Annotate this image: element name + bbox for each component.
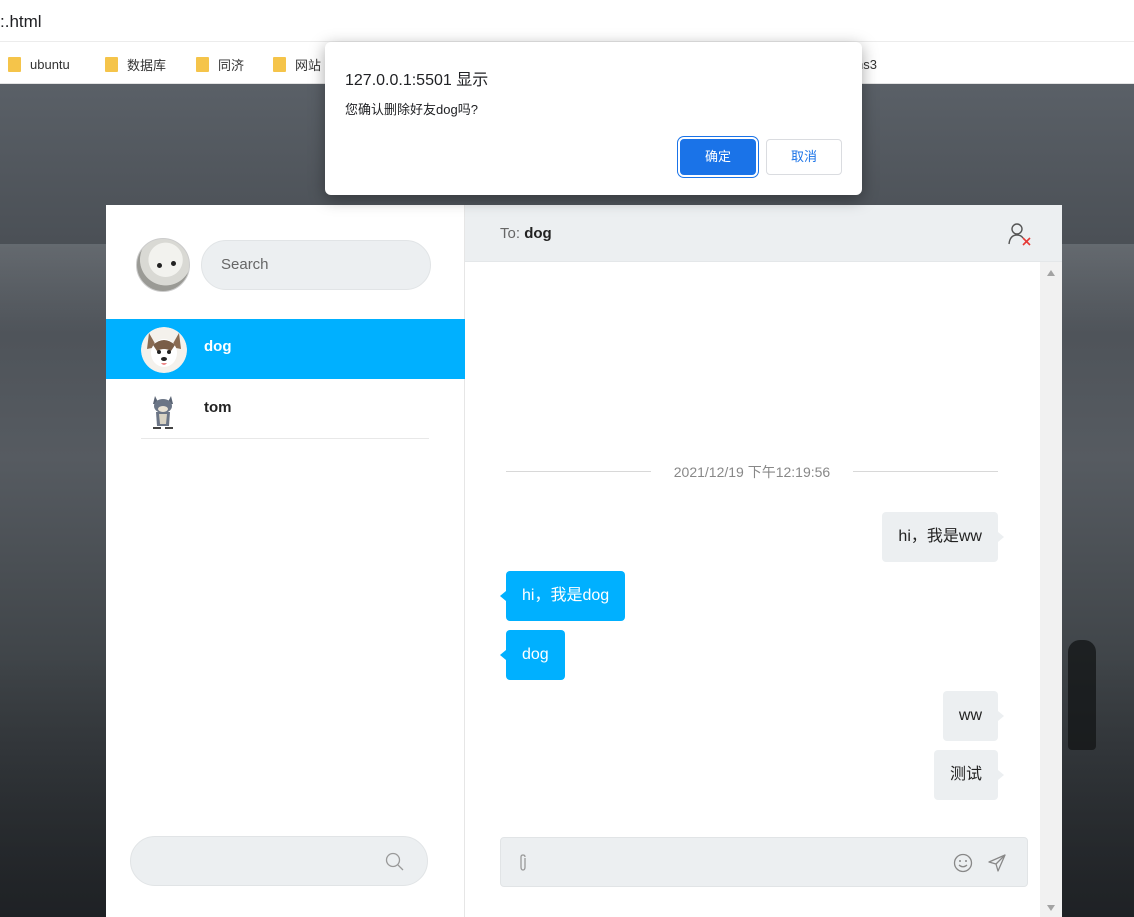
folder-icon [105,56,118,72]
recipient-name: dog [524,225,552,242]
message-composer[interactable] [500,837,1028,887]
message-bubble-incoming[interactable]: hi，我是dog [499,571,626,621]
message-bubble-outgoing[interactable]: 测试 [933,750,1005,800]
search-placeholder: Search [221,256,269,273]
bookmark-label: 同济 [218,57,245,73]
message-scrollbar[interactable] [1040,262,1062,917]
bottom-search-input[interactable] [130,836,428,886]
contacts-panel: Search dog tom [106,205,465,917]
scroll-down-arrow[interactable] [1047,905,1055,911]
confirm-dialog: 127.0.0.1:5501 显示 您确认删除好友dog吗? 确定 取消 [325,42,862,195]
folder-icon [196,56,209,72]
silhouette [1068,640,1096,750]
conversation-panel: To: dog 2021/12/19 下午12:19:56 hi，我是ww hi… [465,205,1062,917]
contact-search-input[interactable]: Search [201,240,431,290]
message-bubble-outgoing[interactable]: hi，我是ww [882,512,1004,562]
message-bubble-outgoing[interactable]: ww [942,691,1005,741]
bookmark-label: ubuntu [30,56,70,72]
avatar-eye [157,263,162,268]
search-icon[interactable] [385,852,405,872]
separator-line [853,471,998,472]
confirm-ok-button[interactable]: 确定 [680,139,756,175]
tom-avatar [141,388,187,434]
url-text[interactable]: :.html [0,12,42,32]
bookmark-label: 网站 [295,57,322,73]
contact-item-dog[interactable]: dog [106,319,465,379]
timestamp-separator: 2021/12/19 下午12:19:56 [506,462,998,482]
dog-avatar [141,327,187,373]
contact-item-tom[interactable]: tom [106,380,465,440]
browser-address-bar[interactable]: :.html [0,0,1134,42]
my-avatar[interactable] [136,238,190,292]
bookmark-database[interactable]: 数据库 [105,54,166,74]
smile-icon[interactable] [953,853,973,873]
contact-name: tom [204,399,232,416]
to-prefix: To: [500,225,525,242]
avatar-eye [171,261,176,266]
dialog-title: 127.0.0.1:5501 显示 [345,72,489,89]
send-icon[interactable] [987,853,1007,873]
confirm-cancel-button[interactable]: 取消 [766,139,842,175]
folder-icon [8,56,21,72]
divider [141,438,429,439]
dialog-message: 您确认删除好友dog吗? [345,102,478,117]
bookmark-website[interactable]: 网站 [273,54,321,74]
message-list[interactable]: 2021/12/19 下午12:19:56 hi，我是ww hi，我是dog d… [465,262,1040,917]
remove-friend-icon[interactable] [1008,222,1032,246]
timestamp-text: 2021/12/19 下午12:19:56 [673,464,831,480]
recipient-label: To: dog [500,225,552,242]
paperclip-icon[interactable] [516,853,530,873]
chat-app: Search dog tom To: dog 2021/12/19 下午12:1… [106,205,1062,917]
conversation-header: To: dog [465,205,1062,262]
scroll-up-arrow[interactable] [1047,270,1055,276]
bookmark-label: 数据库 [127,57,167,73]
bookmark-tongji[interactable]: 同济 [196,54,244,74]
folder-icon [273,56,286,72]
bookmark-ubuntu[interactable]: ubuntu [8,54,70,74]
contact-name: dog [204,338,232,355]
message-bubble-incoming[interactable]: dog [500,630,565,680]
